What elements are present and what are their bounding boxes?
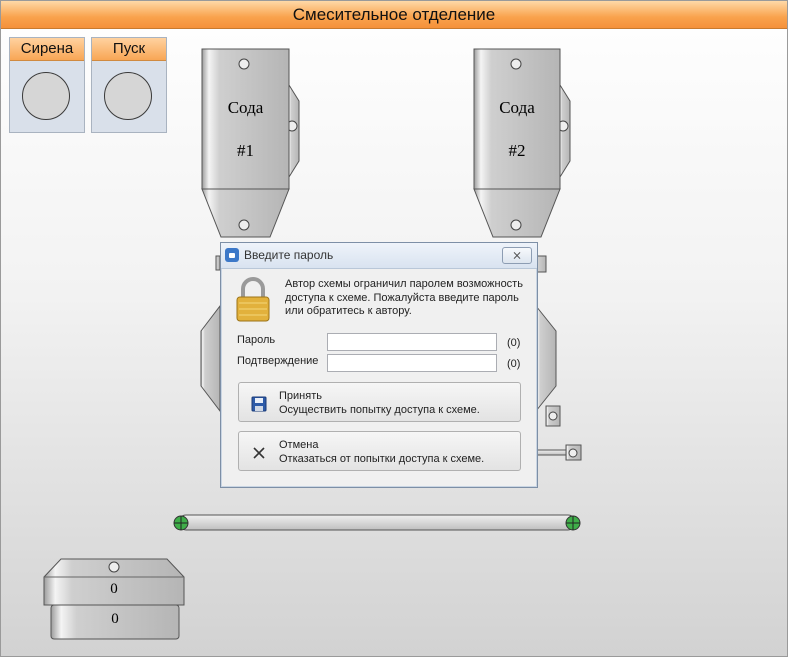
start-label: Пуск bbox=[92, 38, 166, 61]
save-icon bbox=[251, 396, 267, 412]
siren-label: Сирена bbox=[10, 38, 84, 61]
password-label: Пароль bbox=[237, 334, 276, 346]
hopper-1-name: Сода bbox=[227, 98, 264, 117]
confirm-password-field[interactable] bbox=[327, 354, 497, 372]
cancel-description: Отказаться от попытки доступа к схеме. bbox=[279, 453, 485, 465]
scale-value-bottom: 0 bbox=[111, 611, 119, 627]
scale-value-top: 0 bbox=[110, 581, 118, 597]
hopper-1-number: #1 bbox=[237, 141, 254, 160]
confirm-label: Подтверждение bbox=[237, 355, 319, 367]
start-indicator bbox=[104, 72, 152, 120]
dialog-title: Введите пароль bbox=[244, 248, 334, 262]
password-dialog: Введите пароль ⨯ Автор схемы ограничил п… bbox=[220, 242, 538, 488]
password-counter: (0) bbox=[507, 337, 521, 349]
cancel-title: Отмена bbox=[279, 439, 319, 451]
start-button[interactable]: Пуск bbox=[91, 37, 167, 133]
hopper-2-name: Сода bbox=[499, 98, 535, 117]
hopper-2-number: #2 bbox=[508, 141, 526, 160]
mixing-department-scheme: Смесительное отделение Сирена Пуск Сода … bbox=[0, 0, 788, 657]
padlock-icon bbox=[236, 277, 270, 322]
dialog-message: Автор схемы ограничил паролем возможност… bbox=[285, 278, 523, 317]
confirm-counter: (0) bbox=[507, 358, 521, 370]
page-title: Смесительное отделение bbox=[1, 1, 787, 29]
lock-small-icon bbox=[225, 248, 239, 262]
password-field[interactable] bbox=[327, 333, 497, 351]
close-icon: ⨯ bbox=[511, 248, 523, 262]
cancel-button[interactable]: Отмена Отказаться от попытки доступа к с… bbox=[238, 431, 521, 471]
siren-button[interactable]: Сирена bbox=[9, 37, 85, 133]
accept-title: Принять bbox=[279, 390, 322, 402]
close-button[interactable]: ⨯ bbox=[502, 247, 532, 264]
siren-indicator bbox=[22, 72, 70, 120]
accept-button[interactable]: Принять Осуществить попытку доступа к сх… bbox=[238, 382, 521, 422]
conveyor[interactable] bbox=[173, 514, 581, 531]
accept-description: Осуществить попытку доступа к схеме. bbox=[279, 404, 480, 416]
dialog-titlebar[interactable]: Введите пароль ⨯ bbox=[221, 243, 537, 269]
cancel-x-icon bbox=[253, 447, 265, 459]
